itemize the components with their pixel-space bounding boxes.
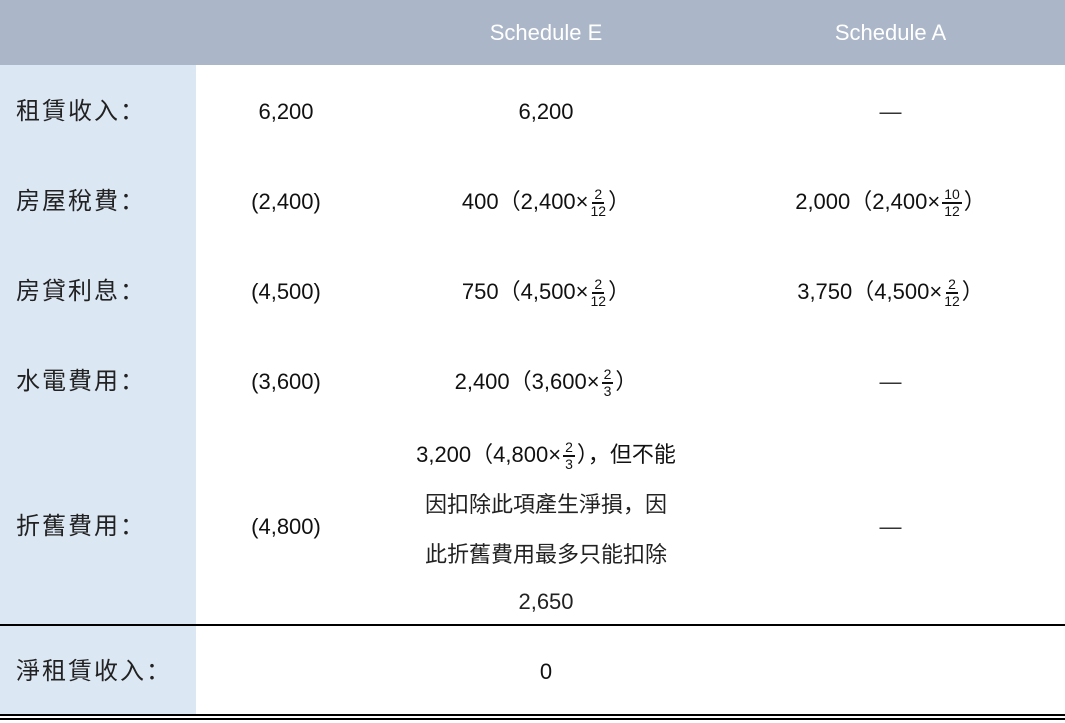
- schedule-e-cell: 2,400（3,600× 2 3）: [376, 360, 716, 404]
- value: 2,000: [795, 189, 851, 214]
- numerator: 2: [946, 276, 958, 295]
- table-header: Schedule E Schedule A: [0, 0, 1065, 65]
- row-label: 房屋稅費：: [16, 188, 146, 215]
- double-rule-top: [0, 714, 1065, 716]
- row-label: 租賃收入：: [16, 98, 146, 125]
- schedule-a-cell: —: [879, 514, 902, 539]
- total-row: 淨租賃收入： 0: [0, 650, 1065, 694]
- double-rule-bottom: [0, 718, 1065, 720]
- value: 3,200: [416, 442, 472, 467]
- paren-open: （: [498, 189, 521, 214]
- numerator: 2: [592, 276, 605, 295]
- schedule-a-cell: —: [879, 369, 902, 394]
- total-label: 淨租賃收入：: [16, 658, 172, 685]
- numerator: 2: [592, 186, 605, 205]
- schedule-e-cell: 6,200: [518, 99, 574, 124]
- paren-close: ）: [963, 189, 986, 214]
- value: 750: [461, 279, 499, 304]
- amount-cell: 6,200: [258, 99, 314, 124]
- denominator: 12: [590, 293, 607, 310]
- fraction: 2 12: [944, 277, 960, 309]
- numerator: 2: [601, 366, 614, 385]
- table-row: 折舊費用： (4,800) 3,200（4,800× 2 3 ），但不能 因扣除此項產…: [0, 430, 1065, 625]
- formula-base: 4,800×: [493, 442, 562, 467]
- schedule-a-cell: 3,750（4,500× 2 12）: [716, 270, 1065, 314]
- note-line: 3,200（4,800× 2 3 ），但不能: [376, 430, 716, 480]
- formula-base: 4,500×: [874, 279, 943, 304]
- denominator: 3: [565, 456, 573, 473]
- value: 2,400: [454, 369, 510, 394]
- formula-base: 2,400×: [520, 189, 589, 214]
- note-line: 此折舊費用最多只能扣除: [424, 542, 667, 567]
- paren-open: （: [509, 369, 532, 394]
- denominator: 12: [590, 203, 607, 220]
- value: 3,750: [797, 279, 853, 304]
- note-line: 2,650: [518, 589, 574, 614]
- schedule-e-cell: 3,200（4,800× 2 3 ），但不能 因扣除此項產生淨損，因 此折舊費用最多只…: [376, 430, 716, 624]
- denominator: 12: [944, 203, 960, 220]
- total-schedule-e: 0: [539, 659, 553, 684]
- formula-base: 2,400×: [872, 189, 941, 214]
- table-row: 水電費用： (3,600) 2,400（3,600× 2 3） —: [0, 360, 1065, 404]
- fraction: 10 12: [942, 187, 962, 219]
- paren-close: ）: [608, 189, 631, 214]
- denominator: 12: [944, 293, 960, 310]
- paren-open: （: [471, 442, 494, 467]
- schedule-a-cell: 2,000（2,400× 10 12）: [716, 180, 1065, 224]
- table-row: 房貸利息： (4,500) 750（4,500× 2 12） 3,750（4,500…: [0, 270, 1065, 314]
- formula-base: 3,600×: [531, 369, 600, 394]
- amount-cell: (4,800): [251, 514, 321, 539]
- fraction: 2 12: [591, 187, 607, 219]
- schedule-e-cell: 400（2,400× 2 12）: [376, 180, 716, 224]
- note-line: 因扣除此項產生淨損，因: [424, 492, 667, 517]
- row-label: 折舊費用：: [16, 513, 146, 540]
- row-label: 水電費用：: [16, 368, 146, 395]
- formula-base: 4,500×: [520, 279, 589, 304]
- paren-close: ）: [608, 279, 631, 304]
- fraction: 23: [601, 366, 614, 400]
- header-schedule-a: Schedule A: [834, 20, 947, 45]
- paren-close: ），但不能: [576, 442, 676, 467]
- fraction: 23: [563, 440, 575, 472]
- table-row: 租賃收入： 6,200 6,200 —: [0, 92, 1065, 132]
- paren-open: （: [498, 279, 521, 304]
- numerator: 10: [942, 186, 962, 205]
- paren-close: ）: [615, 369, 638, 394]
- subtotal-divider: [0, 624, 1065, 626]
- table-row: 房屋稅費： (2,400) 400（2,400× 2 12） 2,000（2,400…: [0, 180, 1065, 224]
- schedule-e-cell: 750（4,500× 2 12）: [376, 270, 716, 314]
- value: 400: [461, 189, 499, 214]
- amount-cell: (2,400): [251, 189, 321, 214]
- denominator: 3: [603, 383, 612, 400]
- amount-cell: (3,600): [251, 369, 321, 394]
- header-schedule-e: Schedule E: [489, 20, 603, 45]
- paren-open: （: [850, 189, 873, 214]
- fraction: 2 12: [591, 277, 607, 309]
- amount-cell: (4,500): [251, 279, 321, 304]
- numerator: 2: [563, 439, 575, 458]
- row-label: 房貸利息：: [16, 278, 146, 305]
- paren-close: ）: [961, 279, 984, 304]
- paren-open: （: [852, 279, 875, 304]
- schedule-a-cell: —: [879, 99, 902, 124]
